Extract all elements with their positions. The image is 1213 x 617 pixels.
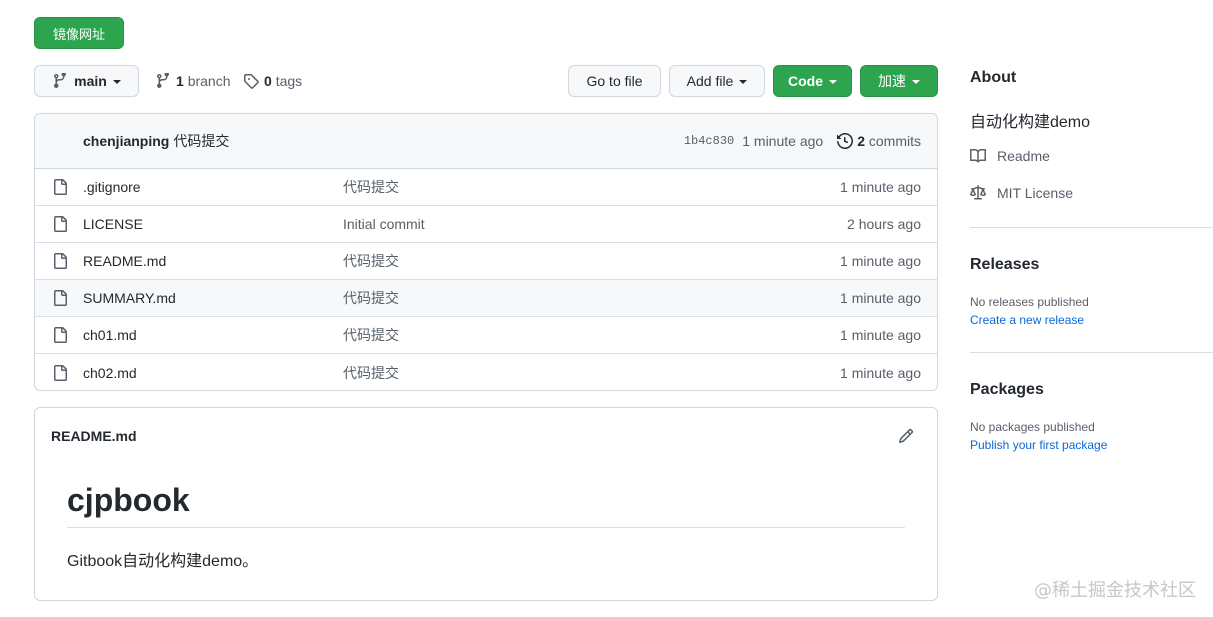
- commit-message[interactable]: 代码提交: [173, 131, 229, 151]
- file-name[interactable]: ch02.md: [83, 365, 137, 381]
- branch-name: main: [74, 73, 107, 89]
- law-icon: [970, 185, 986, 200]
- file-age: 1 minute ago: [840, 327, 921, 343]
- file-row[interactable]: .gitignore 代码提交 1 minute ago: [35, 169, 937, 206]
- mirror-url-label: 镜像网址: [52, 26, 105, 42]
- history-icon: [837, 133, 854, 149]
- commit-meta: 1b4c830 1 minute ago 2 commits: [684, 133, 921, 149]
- file-commit-message[interactable]: 代码提交: [343, 363, 399, 383]
- readme-link[interactable]: Readme: [970, 148, 1050, 164]
- commit-sha[interactable]: 1b4c830: [684, 134, 734, 148]
- file-icon: [54, 216, 67, 232]
- file-icon: [54, 327, 67, 343]
- readme-paragraph: Gitbook自动化构建demo。: [67, 553, 259, 570]
- file-age: 2 hours ago: [847, 216, 921, 232]
- repo-sidebar: About 自动化构建demo Readme MIT License Relea…: [970, 0, 1213, 617]
- file-row[interactable]: README.md 代码提交 1 minute ago: [35, 243, 937, 280]
- watermark: @稀土掘金技术社区: [1034, 580, 1196, 601]
- chevron-down-icon: [112, 79, 121, 84]
- heading-divider: [67, 527, 905, 528]
- mirror-url-button[interactable]: 镜像网址: [34, 17, 124, 49]
- tags-link[interactable]: 0 tags: [243, 65, 302, 97]
- publish-package-link[interactable]: Publish your first package: [970, 438, 1107, 452]
- file-commit-message[interactable]: Initial commit: [343, 216, 425, 232]
- file-icon: [54, 253, 67, 269]
- git-branch-icon: [157, 73, 169, 88]
- license-link-label: MIT License: [997, 185, 1073, 201]
- go-to-file-label: Go to file: [586, 73, 643, 89]
- file-name[interactable]: .gitignore: [83, 179, 141, 195]
- book-icon: [970, 148, 986, 163]
- file-icon: [54, 364, 67, 381]
- add-file-button[interactable]: Add file: [669, 65, 765, 97]
- create-release-link[interactable]: Create a new release: [970, 313, 1084, 327]
- sidebar-divider: [970, 352, 1213, 353]
- branch-selector-button[interactable]: main: [34, 65, 139, 97]
- pencil-icon[interactable]: [898, 428, 914, 444]
- accelerate-label: 加速: [878, 73, 906, 89]
- file-commit-message[interactable]: 代码提交: [343, 177, 399, 197]
- code-label: Code: [788, 73, 823, 89]
- file-age: 1 minute ago: [840, 364, 921, 381]
- branches-link[interactable]: 1 branch: [155, 65, 231, 97]
- file-name[interactable]: ch01.md: [83, 327, 137, 343]
- commit-author[interactable]: chenjianping: [83, 133, 169, 149]
- file-row[interactable]: SUMMARY.md 代码提交 1 minute ago: [35, 280, 937, 317]
- readme-heading: cjpbook: [67, 482, 190, 518]
- repo-description: 自动化构建demo: [970, 114, 1091, 131]
- commit-time: 1 minute ago: [742, 133, 824, 149]
- tag-icon: [244, 74, 259, 89]
- file-commit-message[interactable]: 代码提交: [343, 251, 399, 271]
- file-commit-message[interactable]: 代码提交: [343, 325, 399, 345]
- tag-count: 0: [264, 73, 272, 89]
- no-packages-text: No packages published: [970, 420, 1095, 434]
- branch-count: 1: [176, 73, 184, 89]
- accelerate-button[interactable]: 加速: [860, 65, 938, 97]
- file-icon: [54, 290, 67, 306]
- git-branch-icon: [54, 73, 67, 88]
- add-file-label: Add file: [686, 73, 734, 89]
- go-to-file-button[interactable]: Go to file: [568, 65, 661, 97]
- file-age: 1 minute ago: [840, 253, 921, 269]
- file-row[interactable]: ch02.md 代码提交 1 minute ago: [35, 354, 937, 390]
- commit-count: 2: [857, 133, 865, 149]
- file-commit-message[interactable]: 代码提交: [343, 288, 399, 308]
- branch-word: branch: [187, 73, 231, 89]
- chevron-down-icon: [739, 79, 748, 84]
- readme-panel: README.md cjpbook Gitbook自动化构建demo。: [34, 407, 938, 601]
- file-icon: [54, 179, 67, 195]
- commit-count-word: commits: [868, 133, 921, 149]
- file-list: chenjianping 代码提交 1b4c830 1 minute ago 2…: [34, 113, 938, 391]
- no-releases-text: No releases published: [970, 295, 1089, 309]
- readme-file-title[interactable]: README.md: [51, 428, 137, 444]
- file-row[interactable]: LICENSE Initial commit 2 hours ago: [35, 206, 937, 243]
- chevron-down-icon: [829, 79, 837, 84]
- chevron-down-icon: [912, 79, 920, 84]
- file-row[interactable]: ch01.md 代码提交 1 minute ago: [35, 317, 937, 354]
- readme-link-label: Readme: [997, 148, 1050, 164]
- file-age: 1 minute ago: [840, 179, 921, 195]
- code-button[interactable]: Code: [773, 65, 852, 97]
- license-link[interactable]: MIT License: [970, 185, 1073, 201]
- sidebar-divider: [970, 227, 1213, 228]
- packages-heading[interactable]: Packages: [970, 381, 1044, 399]
- file-name[interactable]: SUMMARY.md: [83, 290, 176, 306]
- about-heading: About: [970, 69, 1017, 86]
- releases-heading[interactable]: Releases: [970, 256, 1039, 274]
- tag-word: tags: [275, 73, 303, 89]
- commits-link[interactable]: 2 commits: [837, 133, 921, 149]
- file-name[interactable]: LICENSE: [83, 216, 143, 232]
- file-age: 1 minute ago: [840, 290, 921, 306]
- latest-commit-bar: chenjianping 代码提交 1b4c830 1 minute ago 2…: [35, 114, 937, 169]
- file-name[interactable]: README.md: [83, 253, 166, 269]
